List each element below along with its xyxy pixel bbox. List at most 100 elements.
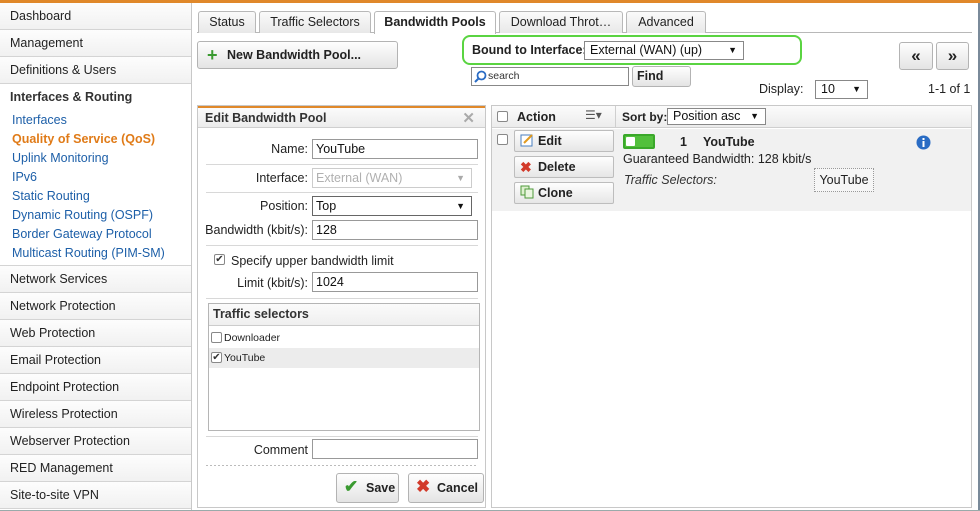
sidebar-subitem-interfaces[interactable]: Interfaces (0, 111, 191, 130)
traffic-selectors-label: Traffic Selectors: (624, 173, 717, 187)
edit-button[interactable]: Edit (514, 130, 614, 152)
interface-value: External (WAN) (316, 171, 403, 185)
divider (615, 106, 616, 128)
clone-button[interactable]: Clone (514, 182, 614, 204)
cross-icon: ✖ (416, 477, 431, 496)
sidebar-subitem-qos[interactable]: Quality of Service (QoS) (0, 130, 191, 149)
traffic-selector-checkbox[interactable] (211, 332, 222, 343)
sidebar-item-site-to-site-vpn[interactable]: Site-to-site VPN (0, 482, 191, 509)
tab-traffic-selectors[interactable]: Traffic Selectors (259, 11, 371, 33)
sidebar-item-network-services[interactable]: Network Services (0, 266, 191, 293)
traffic-selector-label: YouTube (224, 352, 266, 364)
sidebar-subitem-bgp[interactable]: Border Gateway Protocol (0, 225, 191, 244)
sort-value: Position asc (673, 109, 741, 123)
list-header: Action ☰▾ Sort by: Position asc ▼ (492, 106, 971, 128)
tab-bandwidth-pools[interactable]: Bandwidth Pools (374, 11, 496, 34)
sort-label: Sort by: (622, 110, 668, 124)
bound-interface-value: External (WAN) (up) (590, 43, 703, 57)
column-menu-icon[interactable]: ☰▾ (585, 108, 602, 122)
traffic-selectors-box: Traffic selectors Downloader ✔ YouTube (208, 303, 480, 431)
delete-icon: ✖ (520, 159, 532, 175)
comment-field[interactable] (312, 439, 478, 459)
sidebar-subitem-multicast[interactable]: Multicast Routing (PIM-SM) (0, 244, 191, 263)
select-all-checkbox[interactable] (497, 111, 508, 122)
item-number: 1 (680, 135, 687, 149)
delete-button[interactable]: ✖ Delete (514, 156, 614, 178)
enable-toggle[interactable] (623, 134, 655, 149)
list-item: Edit ✖ Delete Clone 1 YouTube Guaranteed… (492, 129, 971, 211)
comment-label: Comment (253, 443, 308, 457)
sidebar-item-wireless-protection[interactable]: Wireless Protection (0, 401, 191, 428)
sidebar-item-endpoint-protection[interactable]: Endpoint Protection (0, 374, 191, 401)
sidebar-section-title[interactable]: Interfaces & Routing (0, 84, 191, 111)
position-select[interactable]: Top ▼ (312, 196, 472, 216)
divider (206, 164, 478, 165)
clone-icon (520, 185, 534, 199)
bandwidth-field[interactable]: 128 (312, 220, 478, 240)
sidebar-item-network-protection[interactable]: Network Protection (0, 293, 191, 320)
divider (206, 465, 478, 466)
sidebar-item-red-management[interactable]: RED Management (0, 455, 191, 482)
display-count-value: 10 (821, 82, 835, 96)
traffic-selectors-title: Traffic selectors (209, 304, 479, 326)
cancel-button[interactable]: ✖ Cancel (408, 473, 484, 503)
sidebar-subitem-ospf[interactable]: Dynamic Routing (OSPF) (0, 206, 191, 225)
chevron-down-icon: ▼ (456, 173, 465, 183)
upper-limit-label: Specify upper bandwidth limit (231, 254, 394, 268)
item-checkbox[interactable] (497, 134, 508, 145)
new-bandwidth-pool-label: New Bandwidth Pool... (227, 48, 362, 62)
new-bandwidth-pool-button[interactable]: + New Bandwidth Pool... (197, 41, 398, 69)
edit-icon (520, 134, 533, 147)
sidebar-item-email-protection[interactable]: Email Protection (0, 347, 191, 374)
info-icon[interactable] (916, 135, 931, 150)
bandwidth-label: Bandwidth (kbit/s): (205, 223, 308, 237)
sidebar-subitem-static-routing[interactable]: Static Routing (0, 187, 191, 206)
tab-download-throttling[interactable]: Download Throt… (499, 11, 623, 33)
sidebar-item-web-protection[interactable]: Web Protection (0, 320, 191, 347)
tab-advanced[interactable]: Advanced (626, 11, 706, 33)
tab-status[interactable]: Status (198, 11, 256, 33)
clone-label: Clone (538, 186, 573, 200)
bound-interface-select[interactable]: External (WAN) (up) ▼ (584, 41, 744, 60)
edit-panel-header: Edit Bandwidth Pool ✕ (198, 106, 485, 128)
interface-label: Interface: (255, 171, 308, 185)
name-field[interactable]: YouTube (312, 139, 478, 159)
chevron-down-icon: ▼ (852, 84, 861, 94)
save-label: Save (366, 481, 396, 495)
checkmark-icon: ✔ (344, 477, 359, 496)
traffic-selector-youtube[interactable]: ✔ YouTube (209, 348, 479, 368)
traffic-selector-downloader[interactable]: Downloader (209, 328, 479, 348)
traffic-selector-tag[interactable]: YouTube (814, 168, 874, 192)
sidebar-subitem-uplink-monitoring[interactable]: Uplink Monitoring (0, 149, 191, 168)
chevron-down-icon: ▼ (456, 201, 465, 211)
next-page-button[interactable]: » (936, 42, 969, 70)
edit-bandwidth-pool-panel: Edit Bandwidth Pool ✕ Name: YouTube Inte… (197, 105, 486, 508)
edit-panel-title: Edit Bandwidth Pool (205, 111, 327, 125)
edit-label: Edit (538, 134, 562, 148)
sidebar-item-webserver-protection[interactable]: Webserver Protection (0, 428, 191, 455)
find-button[interactable]: Find (632, 66, 691, 87)
sidebar-item-definitions-users[interactable]: Definitions & Users (0, 57, 191, 84)
chevron-down-icon: ▼ (728, 45, 737, 55)
sidebar-section-interfaces-routing: Interfaces & Routing Interfaces Quality … (0, 84, 191, 266)
sidebar-nav: Dashboard Management Definitions & Users… (0, 3, 192, 510)
save-button[interactable]: ✔ Save (336, 473, 399, 503)
sort-select[interactable]: Position asc ▼ (667, 108, 766, 125)
traffic-selector-checkbox[interactable]: ✔ (211, 352, 222, 363)
sidebar-item-dashboard[interactable]: Dashboard (0, 3, 191, 30)
limit-field[interactable]: 1024 (312, 272, 478, 292)
display-count-select[interactable]: 10 ▼ (815, 80, 868, 99)
upper-limit-checkbox[interactable]: ✔ (214, 254, 225, 265)
pagination-range: 1-1 of 1 (928, 82, 971, 96)
prev-page-button[interactable]: « (899, 42, 933, 70)
limit-label: Limit (kbit/s): (237, 276, 308, 290)
item-name: YouTube (703, 135, 755, 149)
sidebar-subitem-ipv6[interactable]: IPv6 (0, 168, 191, 187)
divider (206, 245, 478, 246)
traffic-selector-label: Downloader (224, 332, 281, 344)
search-placeholder: search (488, 70, 520, 82)
sidebar-item-management[interactable]: Management (0, 30, 191, 57)
guaranteed-bandwidth-text: Guaranteed Bandwidth: 128 kbit/s (623, 152, 812, 166)
search-input[interactable]: search (471, 67, 629, 86)
close-icon[interactable]: ✕ (462, 108, 475, 129)
